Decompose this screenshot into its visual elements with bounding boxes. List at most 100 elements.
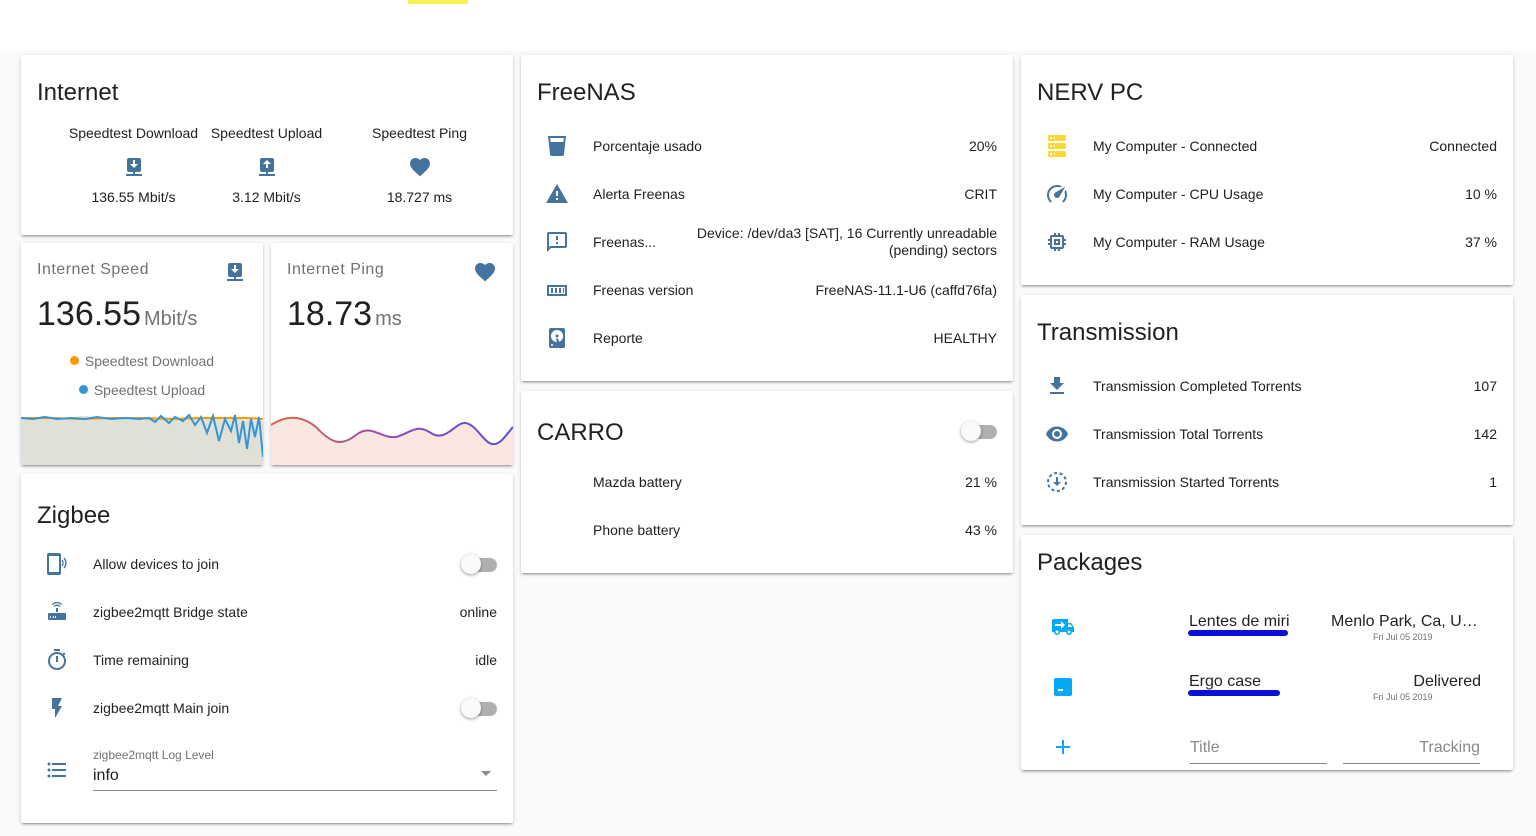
- format-list-bulleted-icon: [45, 758, 69, 782]
- package-icon: [1051, 675, 1075, 699]
- row-value: CRIT: [964, 186, 997, 202]
- download-network-icon: [122, 155, 146, 179]
- carro-toggle[interactable]: [961, 421, 997, 441]
- card-title: Zigbee: [37, 502, 111, 529]
- log-level-select[interactable]: zigbee2mqtt Log Level info: [93, 748, 497, 791]
- row-name: zigbee2mqtt Main join: [93, 700, 230, 716]
- legend-dot: [69, 356, 79, 365]
- freenas-row-message[interactable]: Freenas... Device: /dev/da3 [SAT], 16 Cu…: [521, 222, 1013, 262]
- row-value: Device: /dev/da3 [SAT], 16 Currently unr…: [697, 225, 997, 259]
- ping-graph-fill: [271, 417, 513, 465]
- card-title: Internet: [37, 79, 119, 106]
- legend-item-download[interactable]: Speedtest Download: [21, 353, 263, 369]
- glance-speedtest-download[interactable]: Speedtest Download 136.55 Mbit/s: [57, 125, 210, 205]
- freenas-row-reporte[interactable]: Reporte HEALTHY: [521, 318, 1013, 358]
- sensor-value: 18.73 ms: [287, 295, 402, 334]
- transmission-row-total[interactable]: Transmission Total Torrents 142: [1021, 414, 1513, 454]
- row-name: Transmission Completed Torrents: [1093, 378, 1302, 394]
- legend-label: Speedtest Upload: [93, 382, 206, 398]
- internet-speed-card[interactable]: Internet Speed 136.55 Mbit/s Speedtest Do…: [21, 243, 263, 465]
- zigbee-row-allow-join[interactable]: Allow devices to join: [21, 544, 513, 584]
- legend-item-upload[interactable]: Speedtest Upload: [21, 382, 263, 398]
- sensor-number: 18.73: [287, 295, 373, 333]
- row-value: 10 %: [1465, 186, 1497, 202]
- freenas-row-alerta[interactable]: Alerta Freenas CRIT: [521, 174, 1013, 214]
- flash-icon: [45, 696, 69, 720]
- plus-icon: [1056, 740, 1070, 754]
- card-title: NERV PC: [1037, 79, 1144, 106]
- zigbee-row-log-level[interactable]: zigbee2mqtt Log Level info: [21, 744, 513, 794]
- memory-icon: [545, 278, 569, 302]
- tracking-placeholder: Tracking: [1419, 739, 1480, 756]
- download-icon: [1045, 374, 1069, 398]
- glance-speedtest-ping[interactable]: Speedtest Ping 18.727 ms: [343, 125, 496, 205]
- row-value: 37 %: [1465, 234, 1497, 250]
- transmission-row-started[interactable]: Transmission Started Torrents 1: [1021, 462, 1513, 502]
- redaction-scribble: [1188, 630, 1288, 636]
- sensor-name: Internet Speed: [37, 261, 149, 278]
- allow-join-toggle[interactable]: [461, 554, 497, 574]
- row-value: FreeNAS-11.1-U6 (caffd76fa): [815, 282, 997, 298]
- message-alert-icon: [545, 230, 569, 254]
- nerv-row-connected[interactable]: My Computer - Connected Connected: [1021, 126, 1513, 166]
- download-circle-dashed-icon: [1045, 470, 1069, 494]
- server-icon: [1045, 134, 1069, 158]
- row-name: Reporte: [593, 330, 643, 346]
- zigbee-row-bridge-state[interactable]: zigbee2mqtt Bridge state online: [21, 592, 513, 632]
- nerv-row-cpu[interactable]: My Computer - CPU Usage 10 %: [1021, 174, 1513, 214]
- nerv-row-ram[interactable]: My Computer - RAM Usage 37 %: [1021, 222, 1513, 262]
- speed-graph: [21, 413, 263, 465]
- carro-row-phone[interactable]: Phone battery 43 %: [521, 510, 1013, 550]
- title-placeholder: Title: [1190, 739, 1220, 756]
- row-name: My Computer - Connected: [1093, 138, 1258, 154]
- row-value: 20%: [968, 138, 997, 154]
- router-wireless-icon: [45, 600, 69, 624]
- carro-card: CARRO Mazda battery 21 % Phone battery 4…: [521, 391, 1013, 573]
- sensor-name: Internet Ping: [287, 261, 385, 278]
- package-item[interactable]: Lentes de miri Menlo Park, Ca, United St…: [1021, 597, 1513, 657]
- row-name: Phone battery: [593, 522, 681, 538]
- highlight-mark: [408, 0, 468, 4]
- freenas-row-porcentaje[interactable]: Porcentaje usado 20%: [521, 126, 1013, 166]
- cup-icon: [545, 134, 569, 158]
- package-item[interactable]: Ergo case Delivered Fri Jul 05 2019: [1021, 657, 1513, 717]
- carro-row-mazda[interactable]: Mazda battery 21 %: [521, 462, 1013, 502]
- select-label: zigbee2mqtt Log Level: [93, 748, 214, 762]
- package-tracking-input[interactable]: Tracking: [1343, 735, 1480, 764]
- package-title: Ergo case: [1189, 673, 1262, 690]
- sensor-unit: Mbit/s: [144, 308, 198, 330]
- legend-dot: [78, 385, 88, 394]
- card-title: Packages: [1037, 549, 1143, 576]
- row-name: Freenas...: [593, 234, 657, 250]
- internet-ping-card[interactable]: Internet Ping 18.73 ms: [271, 243, 513, 465]
- freenas-row-version[interactable]: Freenas version FreeNAS-11.1-U6 (caffd76…: [521, 270, 1013, 310]
- freenas-card: FreeNAS Porcentaje usado 20% Alerta Free…: [521, 55, 1013, 381]
- package-status: Delivered: [1413, 673, 1481, 690]
- row-value: 107: [1473, 378, 1497, 394]
- chevron-down-icon: [481, 771, 491, 776]
- row-name: Time remaining: [93, 652, 189, 668]
- chip-icon: [1045, 230, 1069, 254]
- truck-delivery-icon: [1051, 615, 1075, 639]
- card-title: CARRO: [537, 419, 624, 446]
- select-value: info: [93, 767, 119, 784]
- package-title-input[interactable]: Title: [1190, 735, 1327, 764]
- row-name: Mazda battery: [593, 474, 682, 490]
- add-package-button[interactable]: [1051, 735, 1075, 759]
- row-value: HEALTHY: [933, 330, 997, 346]
- row-name: Porcentaje usado: [593, 138, 702, 154]
- harddisk-icon: [545, 326, 569, 350]
- transmission-row-completed[interactable]: Transmission Completed Torrents 107: [1021, 366, 1513, 406]
- main-join-toggle[interactable]: [461, 698, 497, 718]
- heart-icon: [473, 260, 497, 284]
- sensor-unit: ms: [375, 308, 402, 330]
- row-value: Connected: [1429, 138, 1497, 154]
- glance-speedtest-upload[interactable]: Speedtest Upload 3.12 Mbit/s: [190, 125, 343, 205]
- zigbee-row-main-join[interactable]: zigbee2mqtt Main join: [21, 688, 513, 728]
- zigbee-row-time-remaining[interactable]: Time remaining idle: [21, 640, 513, 680]
- row-name: Transmission Total Torrents: [1093, 426, 1264, 442]
- glance-value: 18.727 ms: [386, 189, 453, 205]
- row-value: 142: [1473, 426, 1497, 442]
- heart-icon: [408, 155, 432, 179]
- row-name: Freenas version: [593, 282, 694, 298]
